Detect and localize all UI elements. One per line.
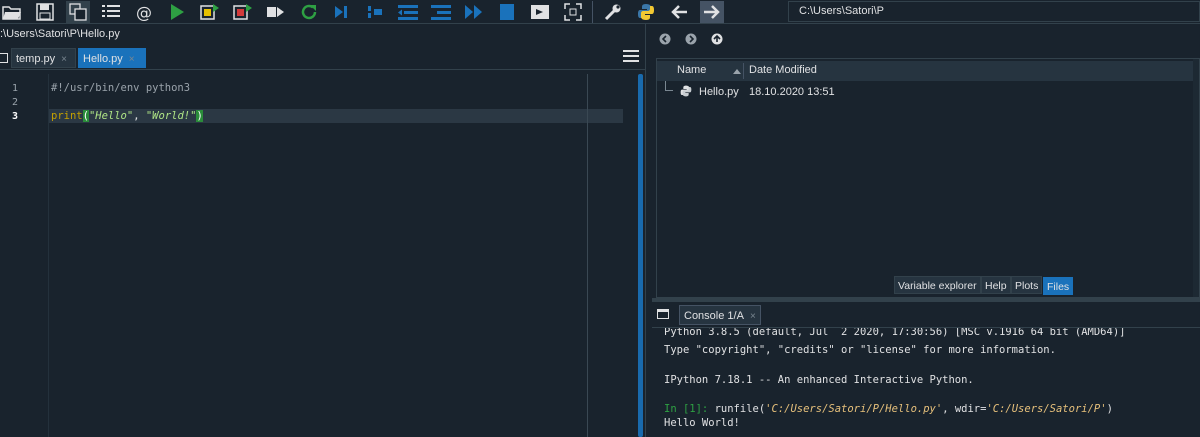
tab-help[interactable]: Help	[981, 276, 1011, 294]
tab-label: Hello.py	[83, 53, 123, 65]
file-date: 18.10.2020 13:51	[749, 86, 835, 98]
forward-icon[interactable]	[684, 32, 698, 46]
console-line: Type "copyright", "credits" or "license"…	[664, 344, 1056, 356]
pane-splitter[interactable]	[645, 24, 652, 437]
tab-files[interactable]: Files	[1043, 277, 1074, 295]
code-separator: ,	[133, 110, 146, 122]
back-arrow-icon[interactable]	[667, 1, 691, 23]
line-number-gutter: 1 2 3	[0, 74, 48, 437]
code-line-1: #!/usr/bin/env python3	[51, 82, 191, 94]
code-string: "Hello"	[88, 110, 134, 122]
column-header-date-modified[interactable]: Date Modified	[749, 64, 817, 76]
list-icon[interactable]	[99, 1, 123, 23]
console-line: IPython 7.18.1 -- An enhanced Interactiv…	[664, 374, 974, 386]
save-icon[interactable]	[33, 1, 57, 23]
console-output: Hello World!	[664, 417, 740, 429]
code-function: print	[51, 110, 83, 122]
close-icon[interactable]: ×	[129, 54, 135, 65]
tab-temp-py[interactable]: temp.py ×	[11, 48, 76, 68]
line-number: 3	[12, 111, 19, 122]
tab-variable-explorer[interactable]: Variable explorer	[894, 276, 981, 294]
options-menu-icon[interactable]	[623, 50, 639, 64]
input-prompt: In [1]:	[664, 403, 709, 415]
indent-icon[interactable]	[429, 1, 453, 23]
continue-icon[interactable]	[462, 1, 486, 23]
files-table: Name Date Modified Hello.py 18.10.2020 1…	[656, 58, 1200, 298]
console-string: 'C:/Users/Satori/P/Hello.py'	[765, 403, 943, 415]
files-header: Name Date Modified	[657, 61, 1199, 81]
run-selection-icon[interactable]	[264, 1, 288, 23]
file-row[interactable]: Hello.py 18.10.2020 13:51	[657, 81, 1199, 101]
line-number: 2	[12, 97, 19, 108]
files-scrollbar[interactable]	[1193, 59, 1199, 297]
close-icon[interactable]: ×	[750, 311, 756, 322]
console-window-icon[interactable]	[657, 309, 669, 319]
console-input-line: In [1]: runfile('C:/Users/Satori/P/Hello…	[664, 402, 1113, 416]
console-line: Python 3.8.5 (default, Jul 2 2020, 17:30…	[664, 328, 1126, 338]
debug-step-icon[interactable]	[330, 1, 354, 23]
at-icon[interactable]: @	[132, 1, 156, 23]
run-cell-advance-icon[interactable]	[231, 1, 255, 23]
python-icon[interactable]	[634, 1, 658, 23]
run-icon[interactable]	[165, 1, 189, 23]
wrench-icon[interactable]	[601, 1, 625, 23]
code-line-3: print("Hello", "World!")	[51, 109, 203, 123]
tab-hello-py[interactable]: Hello.py ×	[78, 48, 146, 68]
editor-file-path: :\Users\Satori\P\Hello.py	[0, 28, 120, 40]
line-number: 1	[12, 83, 19, 94]
file-name: Hello.py	[699, 86, 739, 98]
files-nav-bar	[652, 24, 1200, 54]
toolbar-separator	[592, 0, 593, 23]
code-paren: )	[196, 110, 203, 122]
unindent-icon[interactable]	[396, 1, 420, 23]
column-header-name[interactable]: Name	[677, 64, 706, 76]
parent-directory-icon[interactable]	[710, 32, 724, 46]
code-string: "World!"	[145, 110, 197, 122]
tab-plots[interactable]: Plots	[1011, 276, 1043, 294]
open-folder-icon[interactable]	[0, 1, 24, 23]
console-tab-bar: Console 1/A ×	[652, 302, 1200, 328]
console-text: , wdir=	[942, 403, 987, 415]
maximize-pane-icon[interactable]	[528, 1, 552, 23]
browse-tabs-icon[interactable]	[0, 53, 8, 63]
divider	[0, 69, 645, 70]
edge-line	[587, 74, 588, 437]
tree-branch	[665, 81, 673, 91]
console-string: 'C:/Users/Satori/P'	[986, 403, 1107, 415]
editor-pane: :\Users\Satori\P\Hello.py temp.py × Hello…	[0, 24, 645, 437]
sort-ascending-icon	[733, 69, 741, 74]
console-text: runfile(	[708, 403, 766, 415]
run-cell-icon[interactable]	[198, 1, 222, 23]
console-pane: Console 1/A × Python 3.8.5 (default, Jul …	[652, 302, 1200, 437]
tab-label: Console 1/A	[684, 310, 744, 322]
pane-tab-bar: Variable explorer Help Plots Files	[652, 276, 1200, 296]
code-editor[interactable]	[48, 74, 638, 437]
save-all-icon[interactable]	[66, 0, 90, 23]
back-icon[interactable]	[658, 32, 672, 46]
forward-arrow-icon[interactable]	[700, 0, 724, 23]
svg-text:@: @	[136, 3, 152, 21]
editor-tab-bar: temp.py × Hello.py ×	[0, 46, 645, 70]
stop-icon[interactable]	[495, 1, 519, 23]
close-icon[interactable]: ×	[61, 54, 67, 65]
python-file-icon	[680, 85, 692, 100]
console-text: )	[1106, 403, 1113, 415]
editor-scrollbar[interactable]	[638, 74, 643, 437]
ipython-console[interactable]: Python 3.8.5 (default, Jul 2 2020, 17:30…	[652, 328, 1200, 437]
restart-icon[interactable]	[297, 1, 321, 23]
files-pane: Name Date Modified Hello.py 18.10.2020 1…	[652, 24, 1200, 300]
tab-console-1a[interactable]: Console 1/A ×	[679, 305, 761, 325]
column-separator	[743, 63, 744, 79]
working-directory-field[interactable]: C:\Users\Satori\P	[788, 1, 1200, 22]
tab-label: temp.py	[16, 53, 56, 65]
fullscreen-icon[interactable]	[561, 1, 585, 23]
debug-icon[interactable]	[363, 1, 387, 23]
